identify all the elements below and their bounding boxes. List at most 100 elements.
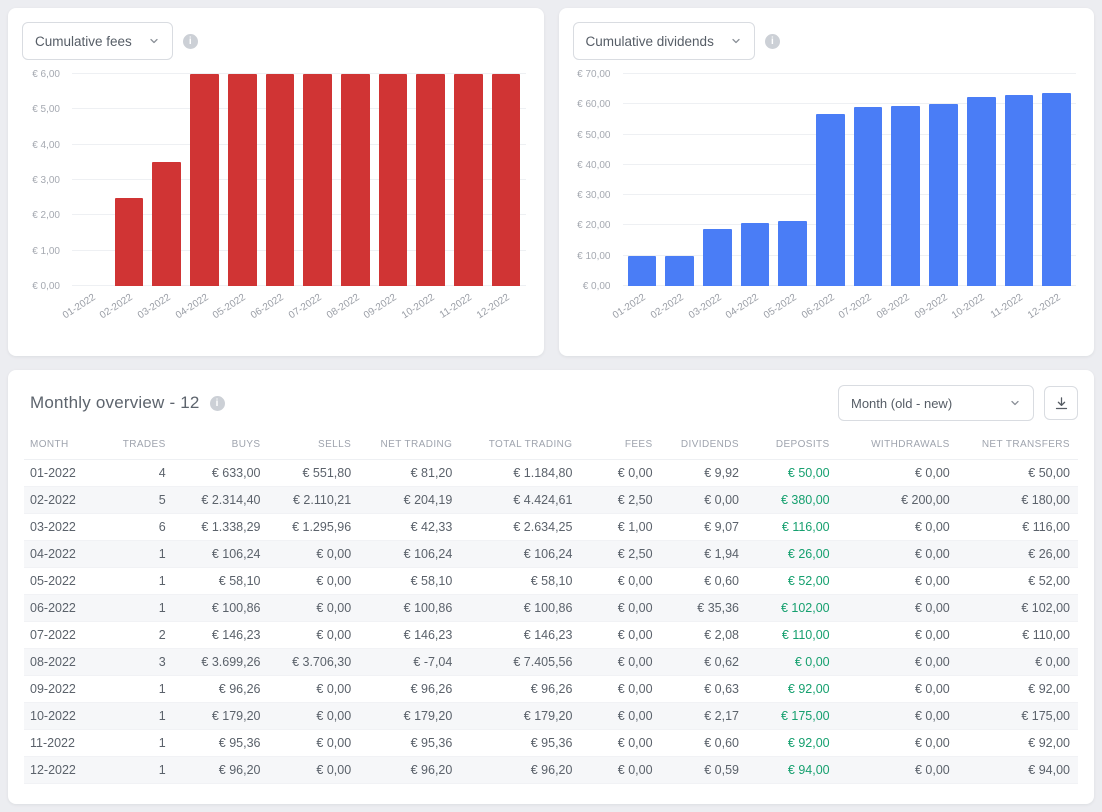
- info-icon[interactable]: i: [183, 34, 198, 49]
- bar-fees-02-2022: [115, 198, 144, 286]
- y-axis-tick-label: € 4,00: [32, 140, 60, 151]
- cell-month: 02-2022: [24, 487, 104, 514]
- x-axis-tick-label: 01-2022: [61, 292, 98, 321]
- info-icon[interactable]: i: [210, 396, 225, 411]
- cell-trades: 3: [104, 649, 174, 676]
- bar-fees-09-2022: [379, 74, 408, 286]
- download-button[interactable]: [1044, 386, 1078, 420]
- cell-buys: € 95,36: [174, 730, 269, 757]
- column-header-trades: TRADES: [104, 430, 174, 460]
- cell-total-trading: € 95,36: [460, 730, 580, 757]
- table-row-05-2022: 05-20221€ 58,10€ 0,00€ 58,10€ 58,10€ 0,0…: [24, 568, 1078, 595]
- chevron-down-icon: [1009, 397, 1021, 409]
- y-axis-tick-label: € 40,00: [577, 160, 610, 171]
- cell-fees: € 1,00: [580, 514, 660, 541]
- column-header-total-trading: TOTAL TRADING: [460, 430, 580, 460]
- chevron-down-icon: [148, 35, 160, 47]
- cell-total-trading: € 58,10: [460, 568, 580, 595]
- fees-metric-select-value: Cumulative fees: [35, 34, 132, 49]
- table-row-12-2022: 12-20221€ 96,20€ 0,00€ 96,20€ 96,20€ 0,0…: [24, 757, 1078, 784]
- cell-month: 06-2022: [24, 595, 104, 622]
- cell-buys: € 633,00: [174, 460, 269, 487]
- y-axis-tick-label: € 60,00: [577, 99, 610, 110]
- column-header-fees: FEES: [580, 430, 660, 460]
- y-axis-tick-label: € 2,00: [32, 210, 60, 221]
- cell-trades: 1: [104, 541, 174, 568]
- cell-fees: € 0,00: [580, 622, 660, 649]
- dividends-metric-select[interactable]: Cumulative dividends: [573, 22, 755, 60]
- column-header-withdrawals: WITHDRAWALS: [838, 430, 958, 460]
- cell-deposits: € 0,00: [747, 649, 838, 676]
- column-header-net-trading: NET TRADING: [359, 430, 460, 460]
- cell-trades: 5: [104, 487, 174, 514]
- fees-bars: [72, 74, 526, 286]
- cell-total-trading: € 96,20: [460, 757, 580, 784]
- table-row-06-2022: 06-20221€ 100,86€ 0,00€ 100,86€ 100,86€ …: [24, 595, 1078, 622]
- cell-withdrawals: € 0,00: [838, 757, 958, 784]
- table-row-11-2022: 11-20221€ 95,36€ 0,00€ 95,36€ 95,36€ 0,0…: [24, 730, 1078, 757]
- cell-net-transfers: € 50,00: [958, 460, 1078, 487]
- cell-net-transfers: € 116,00: [958, 514, 1078, 541]
- cell-net-trading: € 42,33: [359, 514, 460, 541]
- y-axis-tick-label: € 6,00: [32, 69, 60, 80]
- page-title: Monthly overview - 12: [30, 393, 200, 413]
- cell-fees: € 0,00: [580, 676, 660, 703]
- overview-table-head: MONTHTRADESBUYSSELLSNET TRADINGTOTAL TRA…: [24, 430, 1078, 460]
- cell-dividends: € 9,07: [661, 514, 747, 541]
- dividends-metric-select-value: Cumulative dividends: [586, 34, 714, 49]
- cell-deposits: € 116,00: [747, 514, 838, 541]
- cell-fees: € 0,00: [580, 568, 660, 595]
- cell-trades: 2: [104, 622, 174, 649]
- cell-fees: € 2,50: [580, 487, 660, 514]
- cell-total-trading: € 179,20: [460, 703, 580, 730]
- bar-fees-07-2022: [303, 74, 332, 286]
- cell-dividends: € 35,36: [661, 595, 747, 622]
- cell-dividends: € 0,60: [661, 568, 747, 595]
- chevron-down-icon: [730, 35, 742, 47]
- cell-dividends: € 0,00: [661, 487, 747, 514]
- bar-dividends-05-2022: [778, 221, 807, 286]
- cell-trades: 1: [104, 568, 174, 595]
- fees-y-axis: € 0,00€ 1,00€ 2,00€ 3,00€ 4,00€ 5,00€ 6,…: [22, 74, 66, 286]
- cell-net-trading: € 58,10: [359, 568, 460, 595]
- cell-sells: € 0,00: [269, 541, 360, 568]
- cell-fees: € 0,00: [580, 757, 660, 784]
- cell-dividends: € 2,17: [661, 703, 747, 730]
- cell-fees: € 0,00: [580, 649, 660, 676]
- sort-order-select[interactable]: Month (old - new): [838, 385, 1034, 421]
- dividends-bars: [623, 74, 1077, 286]
- cell-sells: € 2.110,21: [269, 487, 360, 514]
- fees-bar-chart: € 0,00€ 1,00€ 2,00€ 3,00€ 4,00€ 5,00€ 6,…: [22, 74, 530, 334]
- bar-dividends-09-2022: [929, 104, 958, 286]
- cell-fees: € 0,00: [580, 595, 660, 622]
- cell-deposits: € 175,00: [747, 703, 838, 730]
- cell-total-trading: € 1.184,80: [460, 460, 580, 487]
- cell-deposits: € 26,00: [747, 541, 838, 568]
- cell-net-transfers: € 0,00: [958, 649, 1078, 676]
- charts-row: Cumulative fees i € 0,00€ 1,00€ 2,00€ 3,…: [8, 8, 1094, 356]
- info-icon[interactable]: i: [765, 34, 780, 49]
- cell-fees: € 0,00: [580, 460, 660, 487]
- cell-month: 01-2022: [24, 460, 104, 487]
- column-header-dividends: DIVIDENDS: [661, 430, 747, 460]
- fees-metric-select[interactable]: Cumulative fees: [22, 22, 173, 60]
- cell-buys: € 2.314,40: [174, 487, 269, 514]
- fees-plot-area: [72, 74, 526, 286]
- cell-month: 09-2022: [24, 676, 104, 703]
- cell-net-trading: € 106,24: [359, 541, 460, 568]
- table-row-04-2022: 04-20221€ 106,24€ 0,00€ 106,24€ 106,24€ …: [24, 541, 1078, 568]
- cell-month: 03-2022: [24, 514, 104, 541]
- cell-net-transfers: € 102,00: [958, 595, 1078, 622]
- cell-buys: € 179,20: [174, 703, 269, 730]
- cell-withdrawals: € 0,00: [838, 541, 958, 568]
- cell-dividends: € 0,62: [661, 649, 747, 676]
- bar-dividends-11-2022: [1005, 95, 1034, 286]
- cell-deposits: € 94,00: [747, 757, 838, 784]
- cell-net-transfers: € 175,00: [958, 703, 1078, 730]
- cell-buys: € 106,24: [174, 541, 269, 568]
- cell-sells: € 3.706,30: [269, 649, 360, 676]
- cell-net-transfers: € 92,00: [958, 676, 1078, 703]
- x-axis-tick-label: 01-2022: [611, 292, 648, 321]
- cell-month: 04-2022: [24, 541, 104, 568]
- dividends-plot-area: [623, 74, 1077, 286]
